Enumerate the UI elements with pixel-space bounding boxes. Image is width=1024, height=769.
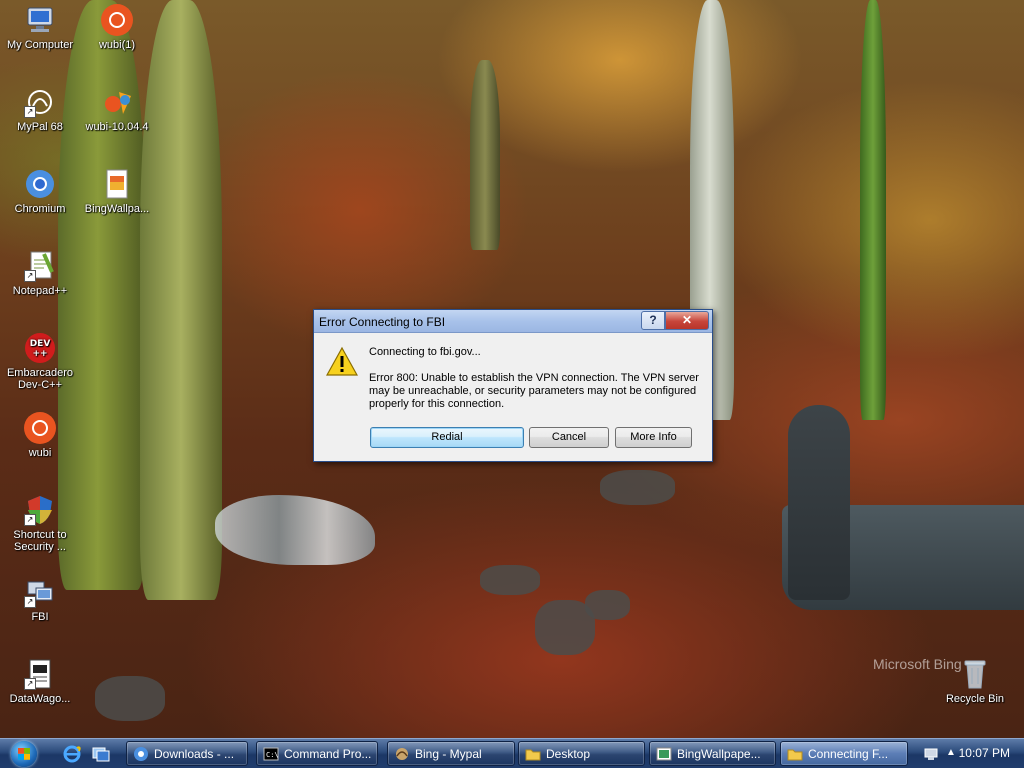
windows-logo-icon: [11, 741, 37, 767]
taskbar-item-label: Bing - Mypal: [415, 747, 482, 761]
desktop-icon-notepad-plus-plus[interactable]: ↗ Notepad++: [0, 250, 80, 297]
desktop-icon-devcpp[interactable]: DEV ++ Embarcadero Dev-C++: [0, 332, 80, 391]
desktop-icon-wubi-1[interactable]: wubi(1): [77, 4, 157, 51]
taskbar-item-desktop[interactable]: Desktop: [518, 741, 645, 766]
shortcut-arrow-icon: ↗: [24, 596, 36, 608]
desktop-icon-label: DataWago...: [9, 693, 71, 705]
taskbar-item-command-prompt[interactable]: C:\ Command Pro...: [256, 741, 378, 766]
shortcut-arrow-icon: ↗: [24, 270, 36, 282]
message-heading: Connecting to fbi.gov...: [369, 346, 481, 358]
svg-text:C:\: C:\: [266, 751, 279, 759]
taskbar-item-label: BingWallpape...: [677, 747, 761, 761]
desktop-icon-wubi[interactable]: wubi: [0, 412, 80, 459]
desktop-icon-mypal[interactable]: ↗ MyPal 68: [0, 86, 80, 133]
statue: [788, 405, 850, 600]
rock: [600, 470, 675, 505]
vpn-error-dialog: Error Connecting to FBI ? ✕ Connecting t…: [313, 309, 713, 462]
help-button[interactable]: ?: [641, 311, 665, 330]
rock: [95, 676, 165, 721]
desktop-icon-label: BingWallpa...: [84, 203, 150, 215]
devcpp-icon: DEV ++: [24, 332, 56, 364]
taskbar-item-label: Downloads - ...: [154, 747, 235, 761]
desktop-icon-label: wubi-10.04.4: [85, 121, 149, 133]
svg-text:DEV: DEV: [30, 339, 51, 349]
computer-icon: [24, 4, 56, 36]
taskbar-item-bing-wallpaper[interactable]: BingWallpape...: [649, 741, 776, 766]
shortcut-arrow-icon: ↗: [24, 514, 36, 526]
taskbar-item-downloads[interactable]: Downloads - ...: [126, 741, 248, 766]
svg-text:++: ++: [32, 349, 47, 359]
desktop-icon-datawago[interactable]: ↗ DataWago...: [0, 658, 80, 705]
bing-wallpaper-icon: [101, 168, 133, 200]
chromium-icon: [133, 746, 149, 762]
document-icon: ↗: [24, 658, 56, 690]
warning-icon: [325, 346, 359, 378]
tree-trunk: [860, 0, 886, 420]
desktop-icon-label: wubi: [28, 447, 52, 459]
desktop-icon-label: My Computer: [6, 39, 74, 51]
desktop-icon-label: wubi(1): [98, 39, 136, 51]
message-body: Error 800: Unable to establish the VPN c…: [369, 372, 699, 410]
ubuntu-icon: [101, 4, 133, 36]
dialog-titlebar[interactable]: Error Connecting to FBI ? ✕: [314, 310, 712, 333]
shortcut-arrow-icon: ↗: [24, 106, 36, 118]
ubuntu-installer-icon: [101, 86, 133, 118]
taskbar-item-connecting[interactable]: Connecting F...: [780, 741, 908, 766]
rock: [480, 565, 540, 595]
tree-trunk: [470, 60, 500, 250]
folder-icon: [525, 746, 541, 762]
switch-windows-icon[interactable]: [92, 745, 110, 763]
clock[interactable]: 10:07 PM: [959, 746, 1010, 760]
taskbar-item-label: Connecting F...: [808, 747, 889, 761]
desktop-icon-wubi-installer[interactable]: wubi-10.04.4: [77, 86, 157, 133]
mypal-icon: [394, 746, 410, 762]
recycle-bin-icon: [959, 658, 991, 690]
dialog-title: Error Connecting to FBI: [319, 315, 446, 329]
ubuntu-icon: [24, 412, 56, 444]
system-tray: ▲ 10:07 PM: [914, 739, 1024, 769]
taskbar-item-label: Command Pro...: [284, 747, 372, 761]
cancel-button[interactable]: Cancel: [529, 427, 609, 448]
desktop-icon-bing-wallpaper[interactable]: BingWallpa...: [77, 168, 157, 215]
desktop-icon-label: Shortcut to Security ...: [13, 529, 67, 553]
internet-explorer-icon[interactable]: [63, 745, 81, 763]
desktop-icon-chromium[interactable]: Chromium: [0, 168, 80, 215]
notepad-plus-plus-icon: ↗: [24, 250, 56, 282]
shortcut-arrow-icon: ↗: [24, 678, 36, 690]
command-prompt-icon: C:\: [263, 746, 279, 762]
desktop-icon-label: MyPal 68: [17, 121, 63, 133]
image-icon: [656, 746, 672, 762]
network-tray-icon[interactable]: [924, 747, 938, 764]
desktop-icon-label: Chromium: [14, 203, 66, 215]
chromium-icon: [24, 168, 56, 200]
close-button[interactable]: ✕: [665, 311, 709, 330]
desktop-icon-my-computer[interactable]: My Computer: [0, 4, 80, 51]
more-info-button[interactable]: More Info: [615, 427, 692, 448]
desktop-icon-label: Embarcadero Dev-C++: [6, 367, 74, 391]
taskbar-item-mypal[interactable]: Bing - Mypal: [387, 741, 515, 766]
desktop-icon-security-shortcut[interactable]: ↗ Shortcut to Security ...: [0, 494, 80, 553]
taskbar-item-label: Desktop: [546, 747, 591, 761]
desktop-icon-label: FBI: [31, 611, 49, 623]
desktop-icon-label: Recycle Bin: [945, 693, 1005, 705]
redial-button[interactable]: Redial: [370, 427, 524, 448]
desktop-icon-recycle-bin[interactable]: Recycle Bin: [935, 658, 1015, 705]
rock: [585, 590, 630, 620]
show-hidden-icons-icon[interactable]: ▲: [946, 747, 956, 758]
start-button[interactable]: [2, 739, 46, 769]
desktop-icon-fbi[interactable]: ↗ FBI: [0, 576, 80, 623]
folder-icon: [787, 746, 803, 762]
desktop-icon-label: Notepad++: [12, 285, 68, 297]
waterfall: [215, 495, 375, 565]
title-buttons: ? ✕: [641, 311, 709, 330]
network-connection-icon: ↗: [24, 576, 56, 608]
security-shield-icon: ↗: [24, 494, 56, 526]
taskbar: Downloads - ... C:\ Command Pro... Bing …: [0, 738, 1024, 768]
mypal-icon: ↗: [24, 86, 56, 118]
